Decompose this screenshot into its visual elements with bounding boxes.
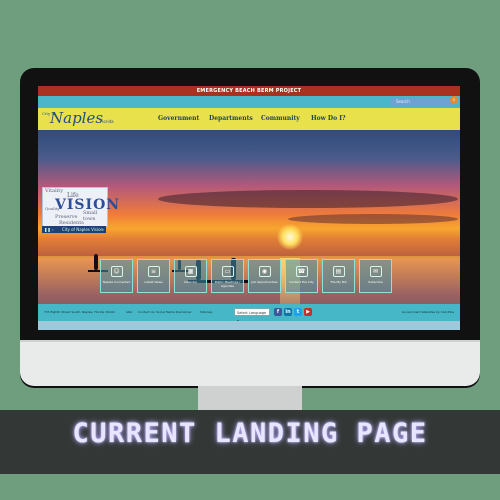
envelope-icon: ✉ <box>369 266 382 277</box>
pause-icon[interactable]: ❚❚ <box>44 226 51 233</box>
monitor-chin <box>20 340 480 386</box>
footer-link-sitemap[interactable]: Sitemap <box>200 310 212 314</box>
caption-text: CURRENT LANDING PAGE <box>72 418 428 449</box>
quick-link-naples-connected[interactable]: ☺ Naples Connected <box>100 259 133 293</box>
footer-address: 735 Eighth Street South, Naples, Florida… <box>44 310 115 314</box>
nav-departments[interactable]: Departments <box>209 115 253 122</box>
naples-logo[interactable]: City of Naples Florida <box>40 109 150 129</box>
footer-bottom-bar <box>38 321 460 330</box>
vision-word-cloud[interactable]: Vitality Life Quality VISION Small town … <box>42 187 119 227</box>
language-select[interactable]: Select Language ▾ <box>234 308 270 323</box>
chevron-left-icon[interactable]: ‹ <box>52 226 54 233</box>
site-footer: 735 Eighth Street South, Naples, Florida… <box>38 304 460 323</box>
quick-link-job-opportunities[interactable]: ◉ Job Opportunities <box>248 259 281 293</box>
search-input[interactable]: Search <box>390 98 454 106</box>
quick-link-label: Calendar <box>183 280 198 284</box>
quick-link-label: Public Meetings / Agendas <box>214 280 241 288</box>
quick-link-label: Naples Connected <box>102 280 131 284</box>
quick-link-public-meetings[interactable]: ▭ Public Meetings / Agendas <box>211 259 244 293</box>
cloud <box>288 214 458 224</box>
logo-suffix: Florida <box>100 119 114 124</box>
slideshow-caption: City of Naples Vision <box>62 227 104 232</box>
emergency-banner[interactable]: EMERGENCY BEACH BERM PROJECT <box>38 86 460 96</box>
footer-link-social-disclaimer[interactable]: Social Media Disclaimer <box>156 310 192 314</box>
search-icon[interactable]: ⌕ <box>450 96 458 104</box>
vision-word: Small town <box>83 210 98 222</box>
facebook-icon[interactable]: f <box>274 308 282 316</box>
youtube-icon[interactable]: ▶ <box>304 308 312 316</box>
quick-link-label: File My Bill <box>330 280 347 284</box>
main-navigation: City of Naples Florida Government Depart… <box>38 108 460 130</box>
briefcase-icon: ◉ <box>258 266 271 277</box>
footer-link-contact[interactable]: Contact Us <box>138 310 154 314</box>
website-screen: EMERGENCY BEACH BERM PROJECT Search ⌕ Ci… <box>38 86 460 330</box>
top-utility-bar: Search ⌕ <box>38 96 460 108</box>
bill-icon: ▤ <box>332 266 345 277</box>
news-icon: ≡ <box>147 266 160 277</box>
footer-link-ada[interactable]: ADA <box>126 310 132 314</box>
chevron-right-icon[interactable]: › <box>102 226 104 233</box>
phone-icon: ☎ <box>295 266 308 277</box>
footer-credit[interactable]: Government Websites by CivicPlus <box>402 310 454 314</box>
calendar-icon: ▦ <box>184 266 197 277</box>
linkedin-icon[interactable]: in <box>284 308 292 316</box>
quick-link-contact-city[interactable]: ☎ Contact the City <box>285 259 318 293</box>
logo-name: Naples <box>50 109 104 127</box>
quick-link-label: Contact the City <box>289 280 314 284</box>
person-icon: ☺ <box>110 266 123 277</box>
nav-community[interactable]: Community <box>261 115 300 122</box>
cloud <box>158 190 458 208</box>
paddleboarder-silhouette <box>94 254 98 270</box>
twitter-icon[interactable]: t <box>294 308 302 316</box>
quick-link-file-my-bill[interactable]: ▤ File My Bill <box>322 259 355 293</box>
vision-word: Vitality <box>45 188 64 194</box>
monitor-icon: ▭ <box>221 266 234 277</box>
quick-link-label: Latest News <box>144 280 163 284</box>
quick-link-latest-news[interactable]: ≡ Latest News <box>137 259 170 293</box>
sun <box>277 224 303 250</box>
quick-link-label: Job Opportunities <box>251 280 278 284</box>
nav-government[interactable]: Government <box>158 115 199 122</box>
quick-link-label: Subscribe <box>368 280 383 284</box>
quick-link-calendar[interactable]: ▦ Calendar <box>174 259 207 293</box>
vision-slideshow-controls: ❚❚ ‹ City of Naples Vision › <box>42 226 106 233</box>
nav-how-do-i[interactable]: How Do I? <box>311 115 346 122</box>
monitor-chin-line <box>20 340 480 342</box>
quick-link-subscribe[interactable]: ✉ Subscribe <box>359 259 392 293</box>
